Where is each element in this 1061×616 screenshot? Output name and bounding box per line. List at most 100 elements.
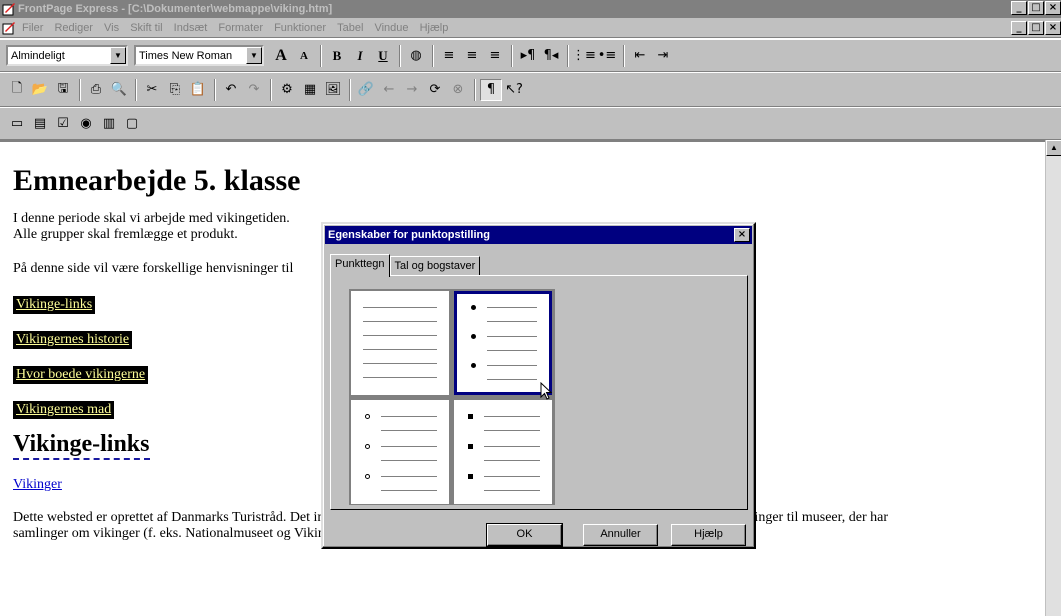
increase-indent-icon[interactable]: ⇥ xyxy=(652,45,674,67)
minimize-button[interactable]: _ xyxy=(1011,1,1027,15)
bullet-style-square[interactable] xyxy=(454,400,552,504)
menu-funktioner[interactable]: Funktioner xyxy=(270,18,330,38)
underline-button[interactable]: U xyxy=(372,45,394,67)
copy-icon[interactable]: ⎘ xyxy=(164,79,186,101)
bullet-properties-dialog: Egenskaber for punktopstilling × Punktte… xyxy=(321,222,756,549)
menu-skift-til[interactable]: Skift til xyxy=(126,18,166,38)
chevron-down-icon[interactable]: ▼ xyxy=(110,47,126,64)
text-color-icon[interactable]: ◍ xyxy=(405,45,427,67)
help-button[interactable]: Hjælp xyxy=(671,524,746,546)
checkbox-icon[interactable]: ☑ xyxy=(52,113,74,135)
dialog-close-button[interactable]: × xyxy=(734,228,750,242)
ok-button[interactable]: OK xyxy=(486,523,563,547)
shrink-font-button[interactable]: A xyxy=(293,45,315,67)
menu-filer[interactable]: Filer xyxy=(18,18,47,38)
new-document-icon[interactable]: 🗋 xyxy=(6,79,28,101)
frontpage-app-icon xyxy=(2,3,15,16)
bullet-dot-icon xyxy=(471,305,476,310)
link-vikingernes-mad[interactable]: Vikingernes mad xyxy=(13,401,115,419)
chevron-down-icon[interactable]: ▼ xyxy=(246,47,262,64)
dialog-tabs: Punkttegn Tal og bogstaver xyxy=(330,254,481,277)
ltr-paragraph-icon[interactable]: ▸¶ xyxy=(517,45,539,67)
cut-icon[interactable]: ✂ xyxy=(141,79,163,101)
style-select[interactable]: Almindeligt ▼ xyxy=(6,45,128,66)
menu-formater[interactable]: Formater xyxy=(214,18,267,38)
menu-bar: Filer Rediger Vis Skift til Indsæt Forma… xyxy=(0,18,1061,38)
close-button[interactable]: × xyxy=(1045,1,1061,15)
bullet-circle-icon xyxy=(365,444,370,449)
doc-close-button[interactable]: × xyxy=(1045,21,1061,35)
tab-punkttegn[interactable]: Punkttegn xyxy=(330,254,390,277)
refresh-icon[interactable]: ⟳ xyxy=(424,79,446,101)
italic-button[interactable]: I xyxy=(349,45,371,67)
bullet-style-circle[interactable] xyxy=(351,400,449,504)
toolbar-separator xyxy=(474,78,476,101)
bullet-style-dot[interactable] xyxy=(454,291,552,395)
toolbar-separator xyxy=(511,44,513,67)
style-select-value: Almindeligt xyxy=(11,49,65,62)
show-formatting-marks-icon[interactable]: ¶ xyxy=(480,78,502,101)
font-select[interactable]: Times New Roman ▼ xyxy=(134,45,264,66)
back-arrow-icon[interactable]: ← xyxy=(378,79,400,101)
text-box-icon[interactable]: ▭ xyxy=(6,113,28,135)
tab-tal-og-bogstaver[interactable]: Tal og bogstaver xyxy=(389,256,481,276)
toolbar-separator xyxy=(432,44,434,67)
undo-icon[interactable]: ↶ xyxy=(220,79,242,101)
app-title-bar: FrontPage Express - [C:\Dokumenter\webma… xyxy=(0,0,1061,18)
section-heading: Vikinge-links xyxy=(13,431,150,460)
save-icon[interactable]: 🖫 xyxy=(52,79,74,101)
scroll-up-icon[interactable]: ▲ xyxy=(1046,140,1061,156)
vertical-scrollbar[interactable]: ▲ xyxy=(1045,140,1061,616)
mouse-pointer-icon xyxy=(540,382,552,400)
menu-hjaelp[interactable]: Hjælp xyxy=(416,18,453,38)
toolbar-separator xyxy=(270,78,272,101)
cancel-button[interactable]: Annuller xyxy=(583,524,658,546)
redo-icon[interactable]: ↷ xyxy=(243,79,265,101)
radio-button-icon[interactable]: ◉ xyxy=(75,113,97,135)
drop-down-menu-icon[interactable]: ▥ xyxy=(98,113,120,135)
menu-rediger[interactable]: Rediger xyxy=(50,18,97,38)
forward-arrow-icon[interactable]: → xyxy=(401,79,423,101)
format-toolbar: Almindeligt ▼ Times New Roman ▼ A A B I … xyxy=(0,39,1061,72)
bullet-dot-icon xyxy=(471,363,476,368)
numbered-list-icon[interactable]: ⋮≡ xyxy=(572,45,596,67)
bullet-style-none[interactable] xyxy=(351,291,449,395)
dialog-title: Egenskaber for punktopstilling xyxy=(328,229,490,241)
link-vikinge-links[interactable]: Vikinge-links xyxy=(13,296,96,314)
align-center-icon[interactable]: ≡ xyxy=(461,45,483,67)
link-hvor-boede-vikingerne[interactable]: Hvor boede vikingerne xyxy=(13,366,149,384)
stop-icon[interactable]: ⊗ xyxy=(447,79,469,101)
insert-image-icon[interactable]: 🖼 xyxy=(322,79,344,101)
bold-button[interactable]: B xyxy=(326,45,348,67)
tab-panel xyxy=(330,275,748,510)
insert-table-icon[interactable]: ▦ xyxy=(299,79,321,101)
bullet-list-icon[interactable]: •≡ xyxy=(596,45,618,67)
open-folder-icon[interactable]: 📂 xyxy=(29,79,51,101)
toolbar-separator xyxy=(399,44,401,67)
menu-indsaet[interactable]: Indsæt xyxy=(170,18,212,38)
paste-icon[interactable]: 📋 xyxy=(187,79,209,101)
insert-webbot-icon[interactable]: ⚙ xyxy=(276,79,298,101)
doc-restore-button[interactable]: □ xyxy=(1028,21,1044,35)
grow-font-button[interactable]: A xyxy=(270,45,292,67)
menu-vis[interactable]: Vis xyxy=(100,18,123,38)
menu-vindue[interactable]: Vindue xyxy=(370,18,412,38)
link-vikingernes-historie[interactable]: Vikingernes historie xyxy=(13,331,133,349)
rtl-paragraph-icon[interactable]: ¶◂ xyxy=(540,45,562,67)
bullet-circle-icon xyxy=(365,414,370,419)
toolbar-separator xyxy=(320,44,322,67)
context-help-icon[interactable]: ↖? xyxy=(503,79,525,101)
align-right-icon[interactable]: ≡ xyxy=(484,45,506,67)
forms-toolbar: ▭ ▤ ☑ ◉ ▥ ▢ xyxy=(0,107,1061,140)
decrease-indent-icon[interactable]: ⇤ xyxy=(629,45,651,67)
menu-tabel[interactable]: Tabel xyxy=(333,18,367,38)
maximize-button[interactable]: □ xyxy=(1028,1,1044,15)
print-icon[interactable]: ⎙ xyxy=(85,79,107,101)
align-left-icon[interactable]: ≡ xyxy=(438,45,460,67)
print-preview-icon[interactable]: 🔍 xyxy=(108,79,130,101)
doc-minimize-button[interactable]: _ xyxy=(1011,21,1027,35)
hyperlink-icon[interactable]: 🔗 xyxy=(355,79,377,101)
scrolling-text-box-icon[interactable]: ▤ xyxy=(29,113,51,135)
push-button-icon[interactable]: ▢ xyxy=(121,113,143,135)
bullet-dot-icon xyxy=(471,334,476,339)
